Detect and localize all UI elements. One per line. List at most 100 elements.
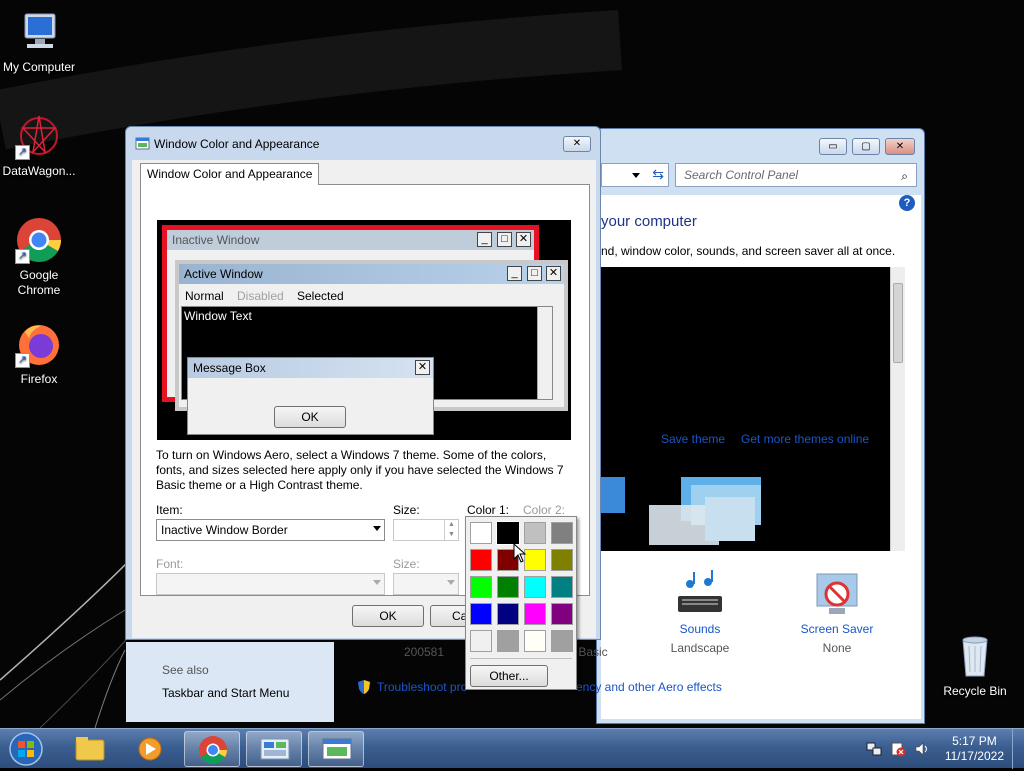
color-swatch[interactable] bbox=[551, 576, 573, 598]
font-size-select[interactable] bbox=[393, 573, 459, 595]
action-center-icon[interactable] bbox=[890, 741, 906, 757]
preview-ok-button: OK bbox=[274, 406, 346, 428]
desktop-background-tile[interactable]: 200581 bbox=[389, 645, 459, 659]
color-swatch[interactable] bbox=[497, 576, 519, 598]
divider bbox=[470, 658, 572, 659]
window-color-tile[interactable]: Basic bbox=[578, 645, 608, 659]
color-swatch[interactable] bbox=[470, 549, 492, 571]
color-swatch[interactable] bbox=[470, 630, 492, 652]
tile-subtitle: Basic bbox=[578, 645, 608, 659]
color-swatch[interactable] bbox=[524, 522, 546, 544]
color-swatch[interactable] bbox=[470, 522, 492, 544]
item-select[interactable]: Inactive Window Border bbox=[156, 519, 385, 541]
screen-saver-tile[interactable]: Screen Saver None bbox=[797, 570, 877, 655]
taskbar-control-panel[interactable] bbox=[246, 731, 302, 767]
network-icon[interactable] bbox=[866, 741, 882, 757]
taskbar-link[interactable]: Taskbar and Start Menu bbox=[162, 686, 289, 700]
shortcut-arrow-icon: ↗ bbox=[15, 353, 30, 368]
see-also-panel: See also Taskbar and Start Menu bbox=[126, 642, 334, 722]
preview-scrollbar bbox=[537, 307, 552, 399]
appearance-icon bbox=[135, 137, 150, 150]
refresh-icon[interactable]: ⇆ bbox=[652, 166, 664, 183]
window-text: Window Text bbox=[184, 309, 252, 323]
search-input[interactable]: Search Control Panel bbox=[675, 163, 917, 187]
maximize-icon: □ bbox=[497, 232, 512, 247]
media-player-icon bbox=[138, 737, 162, 761]
shortcut-arrow-icon: ↗ bbox=[15, 145, 30, 160]
color-swatch[interactable] bbox=[551, 522, 573, 544]
icon-label: DataWagon... bbox=[2, 164, 76, 178]
dialog-title: Window Color and Appearance bbox=[154, 137, 320, 151]
tile-title: Sounds bbox=[679, 622, 721, 636]
start-button[interactable] bbox=[6, 731, 46, 767]
get-more-themes-link[interactable]: Get more themes online bbox=[741, 432, 869, 446]
other-color-button[interactable]: Other... bbox=[470, 665, 548, 687]
desktop-icon-firefox[interactable]: ↗ Firefox bbox=[0, 320, 78, 387]
mouse-cursor-icon bbox=[513, 542, 527, 563]
close-icon: ✕ bbox=[415, 360, 430, 375]
icon-label: Google Chrome bbox=[17, 268, 61, 297]
theme-list[interactable] bbox=[601, 267, 905, 551]
appearance-icon bbox=[322, 738, 352, 760]
desktop-icon-my-computer[interactable]: My Computer bbox=[0, 8, 78, 75]
theme-scrollbar[interactable] bbox=[890, 267, 905, 551]
address-bar[interactable]: ⇆ bbox=[601, 163, 669, 187]
minimize-button[interactable]: ▭ bbox=[819, 138, 847, 155]
taskbar-chrome[interactable] bbox=[184, 731, 240, 767]
item-select-value: Inactive Window Border bbox=[161, 523, 288, 537]
color-swatch[interactable] bbox=[496, 521, 520, 545]
appearance-preview[interactable]: Inactive Window _ □ ✕ Active Window _ □ … bbox=[157, 220, 571, 440]
size-stepper[interactable]: ▲ ▼ bbox=[393, 519, 459, 541]
dialog-close-button[interactable]: ✕ bbox=[563, 136, 591, 152]
search-icon[interactable]: ⌕ bbox=[901, 169, 908, 184]
chevron-down-icon bbox=[373, 580, 381, 585]
taskbar-media-player[interactable] bbox=[122, 731, 178, 767]
color2-label: Color 2: bbox=[523, 503, 566, 517]
item-label: Item: bbox=[156, 503, 183, 517]
spinner-arrows-icon[interactable]: ▲ ▼ bbox=[444, 520, 458, 540]
system-clock[interactable]: 5:17 PM 11/17/2022 bbox=[945, 734, 1004, 764]
sounds-tile[interactable]: Sounds Landscape bbox=[660, 570, 740, 655]
color-swatch[interactable] bbox=[497, 603, 519, 625]
icon-label: My Computer bbox=[2, 60, 76, 74]
maximize-button[interactable]: ▢ bbox=[852, 138, 880, 155]
shield-icon bbox=[356, 679, 372, 695]
color-swatch[interactable] bbox=[524, 630, 546, 652]
color-swatch[interactable] bbox=[551, 630, 573, 652]
taskbar-explorer[interactable] bbox=[62, 731, 118, 767]
taskbar-window-color[interactable] bbox=[308, 731, 364, 767]
menu-disabled: Disabled bbox=[237, 289, 284, 303]
volume-icon[interactable] bbox=[914, 741, 930, 757]
chevron-down-icon[interactable] bbox=[632, 173, 640, 178]
tile-title: Screen Saver bbox=[800, 622, 874, 636]
help-icon[interactable]: ? bbox=[899, 195, 915, 211]
tile-subtitle: None bbox=[822, 641, 852, 655]
color-swatch[interactable] bbox=[470, 603, 492, 625]
color-swatch[interactable] bbox=[470, 576, 492, 598]
minimize-icon: _ bbox=[507, 266, 522, 281]
show-desktop-button[interactable] bbox=[1012, 729, 1024, 769]
color-swatch[interactable] bbox=[497, 630, 519, 652]
color-swatch[interactable] bbox=[551, 549, 573, 571]
theme-thumbnails bbox=[601, 477, 761, 545]
color-swatch[interactable] bbox=[524, 576, 546, 598]
message-box-title: Message Box bbox=[188, 358, 433, 378]
troubleshoot-link[interactable]: Troubleshoot pro bbox=[377, 680, 467, 694]
color-swatch[interactable] bbox=[551, 603, 573, 625]
save-theme-link[interactable]: Save theme bbox=[661, 432, 725, 446]
tab-window-color[interactable]: Window Color and Appearance bbox=[140, 163, 320, 185]
color-swatch[interactable] bbox=[524, 603, 546, 625]
page-heading: your computer bbox=[601, 213, 697, 230]
ok-button[interactable]: OK bbox=[352, 605, 424, 627]
close-button[interactable]: ✕ bbox=[885, 138, 915, 155]
shortcut-arrow-icon: ↗ bbox=[15, 249, 30, 264]
screen-saver-icon bbox=[797, 570, 877, 622]
desktop-icon-recycle-bin[interactable]: Recycle Bin bbox=[936, 632, 1014, 699]
desktop-icon-chrome[interactable]: ↗ Google Chrome bbox=[0, 216, 78, 298]
desktop-icon-datawagon[interactable]: ↗ DataWagon... bbox=[0, 112, 78, 179]
font-select[interactable] bbox=[156, 573, 385, 595]
message-text: Message Text bbox=[194, 382, 268, 396]
color-swatch[interactable] bbox=[524, 549, 546, 571]
aero-effects-link[interactable]: ency and other Aero effects bbox=[576, 680, 722, 694]
sounds-icon bbox=[660, 570, 740, 622]
